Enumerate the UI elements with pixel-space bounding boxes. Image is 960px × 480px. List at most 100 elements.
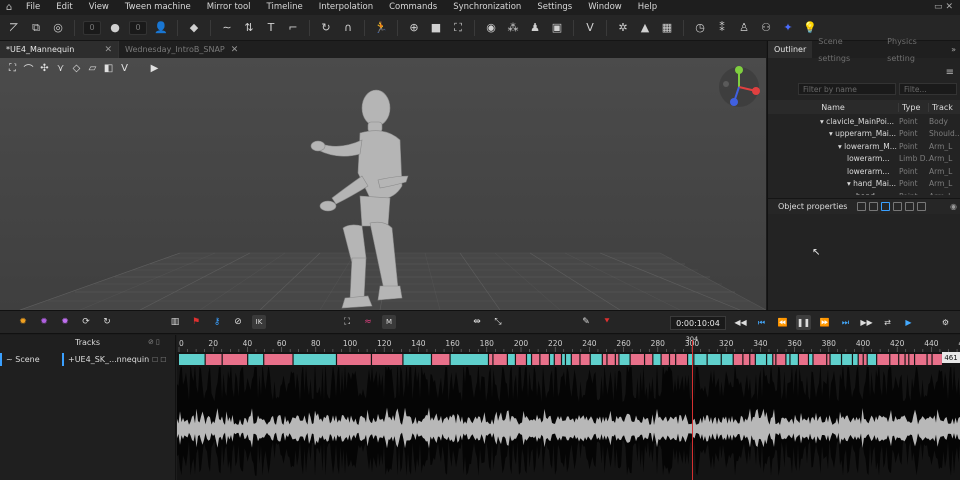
plane-icon[interactable]: ▱ xyxy=(86,62,99,75)
menu-help[interactable]: Help xyxy=(630,0,665,15)
keyframe-block[interactable] xyxy=(619,354,630,365)
spiral-icon[interactable]: ◉ xyxy=(483,20,499,36)
keyframe-block[interactable] xyxy=(403,354,431,365)
crosshair-icon[interactable]: ⊕ xyxy=(406,20,422,36)
keyframe-block[interactable] xyxy=(927,354,932,365)
keyframe-block[interactable] xyxy=(827,354,830,365)
shape-icon[interactable]: ◇ xyxy=(70,62,83,75)
properties-icon[interactable] xyxy=(857,202,867,211)
keyframe-block[interactable] xyxy=(773,354,776,365)
timeline-settings-icon[interactable]: ⚙ xyxy=(938,315,953,330)
keyframe-block[interactable] xyxy=(809,354,813,365)
outliner-row[interactable]: ▾ clavicle_MainPoi... Point Body xyxy=(768,115,960,128)
disable-icon[interactable]: ⊘ xyxy=(231,315,245,329)
logo-v-icon[interactable]: V xyxy=(582,20,598,36)
filter-by-name-input[interactable]: Filter by name xyxy=(798,83,896,95)
menu-edit[interactable]: Edit xyxy=(48,0,80,15)
vee-icon[interactable]: V xyxy=(118,62,131,75)
tab-scene-settings[interactable]: Scene settings xyxy=(812,33,881,67)
bones-icon[interactable]: ✣ xyxy=(38,62,51,75)
track-toggle-boxes[interactable]: ☐☐ xyxy=(152,356,169,364)
keyframe-block[interactable] xyxy=(786,354,790,365)
keyframe-block[interactable] xyxy=(670,354,676,365)
mesh-icon[interactable]: ▲ xyxy=(637,20,653,36)
keyframe-block[interactable] xyxy=(899,354,905,365)
timecode-field[interactable]: 0:00:10:04 xyxy=(670,316,726,330)
select-icon[interactable]: ⛶ xyxy=(6,62,19,75)
previous-frame-icon[interactable]: ⏪ xyxy=(775,315,790,330)
person-icon[interactable]: ♟ xyxy=(527,20,543,36)
keyframe-block[interactable] xyxy=(707,354,721,365)
visibility-icon[interactable]: ⊘ xyxy=(148,338,156,346)
go-to-end-icon[interactable]: ⏭ xyxy=(838,315,853,330)
keyframe-block[interactable] xyxy=(432,354,450,365)
3d-viewport[interactable]: ⛶ ⌒ ✣ ⋎ ◇ ▱ ◧ V ▶ xyxy=(0,58,766,310)
menu-window[interactable]: Window xyxy=(580,0,630,15)
play-range-icon[interactable]: ▶ xyxy=(901,315,916,330)
keyframe-block[interactable] xyxy=(540,354,549,365)
more-tabs-icon[interactable]: » xyxy=(951,45,960,54)
eraser-icon[interactable]: ◆ xyxy=(186,20,202,36)
properties-icon[interactable] xyxy=(881,202,891,211)
cycle-icon[interactable]: ⟳ xyxy=(79,315,93,329)
keyframe-block[interactable] xyxy=(653,354,661,365)
box-icon[interactable]: ▣ xyxy=(549,20,565,36)
frame-select-icon[interactable]: ⛶ xyxy=(340,315,354,329)
network-icon[interactable]: ✲ xyxy=(615,20,631,36)
keyframe-block[interactable] xyxy=(743,354,750,365)
gear-orange-icon[interactable]: ✹ xyxy=(16,315,30,329)
keyframe-block[interactable] xyxy=(264,354,293,365)
window-split-icon[interactable]: ▭ xyxy=(934,2,946,12)
cube-icon[interactable]: ◧ xyxy=(102,62,115,75)
eye-icon[interactable]: ◉ xyxy=(950,202,957,211)
adjust-icon[interactable]: ⇅ xyxy=(241,20,257,36)
key-icon[interactable]: ⚷ xyxy=(210,315,224,329)
flag-icon[interactable]: ⚑ xyxy=(189,315,203,329)
joint-icon[interactable]: ⋎ xyxy=(54,62,67,75)
keyframe-block[interactable] xyxy=(372,354,403,365)
pin-icon[interactable]: ✎ xyxy=(579,315,593,329)
gear-purple-icon[interactable]: ✹ xyxy=(58,315,72,329)
keyframe-block[interactable] xyxy=(607,354,615,365)
home-icon[interactable]: ⌂ xyxy=(0,2,18,13)
window-close-icon[interactable]: ✕ xyxy=(945,2,956,12)
marker-icon[interactable]: ⯆ xyxy=(600,315,614,329)
close-icon[interactable]: ✕ xyxy=(104,45,112,55)
keyframe-block[interactable] xyxy=(813,354,827,365)
figure-icon[interactable]: 👤 xyxy=(153,20,169,36)
keyframe-block[interactable] xyxy=(858,354,863,365)
tri-circle-icon[interactable]: ⁂ xyxy=(505,20,521,36)
keyframe-block[interactable] xyxy=(630,354,644,365)
walk-icon[interactable]: ♙ xyxy=(736,20,752,36)
camera-icon[interactable]: ■ xyxy=(428,20,444,36)
go-to-start-icon[interactable]: ⏮ xyxy=(754,315,769,330)
outliner-row[interactable]: lowerarm... Point Arm_L xyxy=(768,165,960,178)
menu-file[interactable]: File xyxy=(18,0,48,15)
timeline-ruler[interactable]: 0 20 40 60 80 100 120 140 160 180 200 220 240 260 280 3… xyxy=(177,335,960,352)
keyframe-block[interactable] xyxy=(932,354,942,365)
keyframe-block[interactable] xyxy=(799,354,808,365)
model-track-label[interactable]: + UE4_SK_...nnequin xyxy=(62,353,149,366)
keyframe-block[interactable] xyxy=(580,354,590,365)
split-icon[interactable]: ⇹ xyxy=(470,315,484,329)
wave-icon[interactable]: ≈ xyxy=(361,315,375,329)
keyframe-block[interactable] xyxy=(694,354,707,365)
keyframe-block[interactable] xyxy=(905,354,909,365)
toolbar-field-2[interactable]: 0 xyxy=(129,20,147,35)
keyframe-block[interactable] xyxy=(790,354,798,365)
tab-ue4-mannequin[interactable]: *UE4_Mannequin ✕ xyxy=(0,41,118,58)
ik-button[interactable]: IK xyxy=(252,315,266,329)
star-icon[interactable]: ✦ xyxy=(780,20,796,36)
keyframe-block[interactable] xyxy=(566,354,571,365)
axis-icon[interactable]: ⦢ xyxy=(6,20,22,36)
refresh-icon[interactable]: ↻ xyxy=(100,315,114,329)
keyframe-block[interactable] xyxy=(248,354,264,365)
keyframe-block[interactable] xyxy=(615,354,619,365)
tab-wednesday-introb[interactable]: Wednesday_IntroB_SNAP ✕ xyxy=(118,41,240,58)
keyframe-block[interactable] xyxy=(750,354,755,365)
keyframe-block[interactable] xyxy=(733,354,743,365)
video-camera-icon[interactable]: ▶ xyxy=(148,62,161,75)
keyframe-block[interactable] xyxy=(842,354,852,365)
properties-icon[interactable] xyxy=(917,202,927,211)
keyframe-block[interactable] xyxy=(767,354,773,365)
